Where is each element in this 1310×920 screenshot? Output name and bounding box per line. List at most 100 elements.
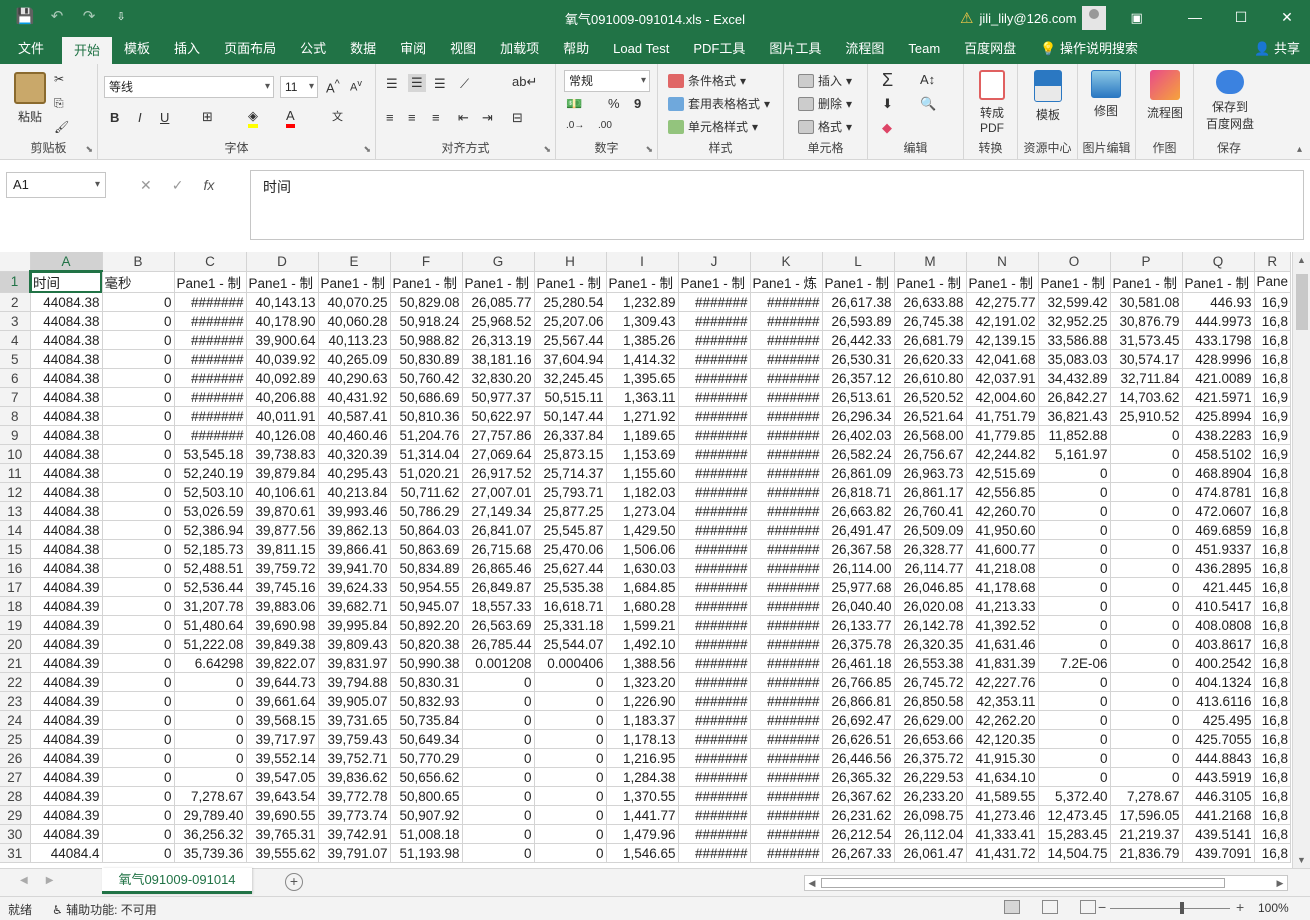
row-header[interactable]: 9 bbox=[0, 425, 31, 445]
collapse-ribbon-icon[interactable]: ▴ bbox=[1297, 144, 1302, 155]
cell[interactable]: 50,954.55 bbox=[390, 577, 463, 597]
cell[interactable]: 50,810.36 bbox=[390, 406, 463, 426]
cell[interactable]: 41,333.41 bbox=[966, 824, 1039, 844]
cell[interactable]: 51,222.08 bbox=[174, 634, 247, 654]
cell[interactable]: 50,864.03 bbox=[390, 520, 463, 540]
cell[interactable]: 41,631.46 bbox=[966, 634, 1039, 654]
cell[interactable]: ####### bbox=[678, 577, 751, 597]
cell[interactable]: 44084.39 bbox=[30, 786, 103, 806]
cell[interactable]: 16,8 bbox=[1254, 482, 1292, 502]
cell[interactable]: 38,181.16 bbox=[462, 349, 535, 369]
cell[interactable]: 421.5971 bbox=[1182, 387, 1255, 407]
cell[interactable]: 16,8 bbox=[1254, 748, 1292, 768]
cell[interactable]: 42,262.20 bbox=[966, 710, 1039, 730]
cell[interactable]: 16,8 bbox=[1254, 615, 1292, 635]
cell[interactable]: 35,739.36 bbox=[174, 843, 247, 863]
cell[interactable]: 468.8904 bbox=[1182, 463, 1255, 483]
cell[interactable]: 0 bbox=[1110, 520, 1183, 540]
cell[interactable]: ####### bbox=[678, 805, 751, 825]
cell[interactable]: Pane bbox=[1254, 271, 1292, 293]
row-header[interactable]: 17 bbox=[0, 577, 31, 597]
cell[interactable]: 26,061.47 bbox=[894, 843, 967, 863]
cell[interactable]: 7.2E-06 bbox=[1038, 653, 1111, 673]
dialog-launcher-icon[interactable]: ⬊ bbox=[363, 144, 371, 155]
cell[interactable]: 0 bbox=[1038, 672, 1111, 692]
cell[interactable]: 25,627.44 bbox=[534, 558, 607, 578]
tab-pdf-tools[interactable]: PDF工具 bbox=[681, 34, 757, 64]
cell[interactable]: ####### bbox=[750, 501, 823, 521]
cell[interactable]: 25,977.68 bbox=[822, 577, 895, 597]
cell[interactable]: 36,256.32 bbox=[174, 824, 247, 844]
cell[interactable]: 39,547.05 bbox=[246, 767, 319, 787]
font-size-combo[interactable]: 11 bbox=[280, 76, 318, 98]
cell[interactable]: 44084.39 bbox=[30, 824, 103, 844]
cell[interactable]: 44084.39 bbox=[30, 615, 103, 635]
cell[interactable]: 44084.38 bbox=[30, 425, 103, 445]
row-header[interactable]: 21 bbox=[0, 653, 31, 673]
bold-button[interactable]: B bbox=[110, 110, 119, 125]
cell[interactable]: 39,759.72 bbox=[246, 558, 319, 578]
comma-style-button[interactable]: 9 bbox=[634, 96, 641, 111]
cell[interactable]: 39,552.14 bbox=[246, 748, 319, 768]
merge-center-icon[interactable]: ⊟ bbox=[512, 110, 523, 126]
align-middle-icon[interactable]: ☰ bbox=[408, 74, 426, 92]
cell[interactable]: 26,040.40 bbox=[822, 596, 895, 616]
cell[interactable]: 42,353.11 bbox=[966, 691, 1039, 711]
cell[interactable]: 16,8 bbox=[1254, 463, 1292, 483]
cell[interactable]: 40,092.89 bbox=[246, 368, 319, 388]
cell[interactable]: 0 bbox=[102, 520, 175, 540]
cell[interactable]: 1,414.32 bbox=[606, 349, 679, 369]
column-header[interactable]: O bbox=[1038, 252, 1111, 272]
cell[interactable]: 27,069.64 bbox=[462, 444, 535, 464]
cell[interactable]: 439.7091 bbox=[1182, 843, 1255, 863]
cell[interactable]: 39,772.78 bbox=[318, 786, 391, 806]
cell[interactable]: 436.2895 bbox=[1182, 558, 1255, 578]
cell[interactable]: 25,793.71 bbox=[534, 482, 607, 502]
row-header[interactable]: 1 bbox=[0, 271, 31, 293]
cell[interactable]: 41,218.08 bbox=[966, 558, 1039, 578]
cell[interactable]: 0 bbox=[1038, 710, 1111, 730]
cell[interactable]: 26,367.58 bbox=[822, 539, 895, 559]
cell[interactable]: 16,8 bbox=[1254, 577, 1292, 597]
cell[interactable]: 39,643.54 bbox=[246, 786, 319, 806]
cell[interactable]: 14,703.62 bbox=[1110, 387, 1183, 407]
cell[interactable]: 1,479.96 bbox=[606, 824, 679, 844]
cell[interactable]: 42,275.77 bbox=[966, 292, 1039, 312]
cell[interactable]: 26,849.87 bbox=[462, 577, 535, 597]
cell[interactable]: 39,738.83 bbox=[246, 444, 319, 464]
cell[interactable]: 1,599.21 bbox=[606, 615, 679, 635]
cell[interactable]: 26,861.17 bbox=[894, 482, 967, 502]
cell[interactable]: 444.8843 bbox=[1182, 748, 1255, 768]
cell[interactable]: 25,535.38 bbox=[534, 577, 607, 597]
cell[interactable]: ####### bbox=[750, 539, 823, 559]
cell[interactable]: 40,126.08 bbox=[246, 425, 319, 445]
zoom-level[interactable]: 100% bbox=[1258, 901, 1289, 915]
cell[interactable]: 1,309.43 bbox=[606, 311, 679, 331]
cell[interactable]: 0 bbox=[1110, 634, 1183, 654]
cell[interactable]: 21,219.37 bbox=[1110, 824, 1183, 844]
column-header[interactable]: I bbox=[606, 252, 679, 272]
cell[interactable]: 0 bbox=[1110, 577, 1183, 597]
cell[interactable]: 26,365.32 bbox=[822, 767, 895, 787]
cell[interactable]: 1,273.04 bbox=[606, 501, 679, 521]
cell[interactable]: 39,555.62 bbox=[246, 843, 319, 863]
cell[interactable]: 403.8617 bbox=[1182, 634, 1255, 654]
cell[interactable]: 39,717.97 bbox=[246, 729, 319, 749]
cell[interactable]: 26,320.35 bbox=[894, 634, 967, 654]
row-header[interactable]: 3 bbox=[0, 311, 31, 331]
cell[interactable]: 44084.39 bbox=[30, 767, 103, 787]
cell[interactable]: 40,060.28 bbox=[318, 311, 391, 331]
row-header[interactable]: 16 bbox=[0, 558, 31, 578]
cell[interactable]: 26,402.03 bbox=[822, 425, 895, 445]
zoom-slider-track[interactable] bbox=[1110, 908, 1230, 909]
cell[interactable]: 0 bbox=[1110, 482, 1183, 502]
cell[interactable]: 39,752.71 bbox=[318, 748, 391, 768]
cell[interactable]: 21,836.79 bbox=[1110, 843, 1183, 863]
cell[interactable]: 26,842.27 bbox=[1038, 387, 1111, 407]
cell[interactable]: 0 bbox=[462, 748, 535, 768]
cell[interactable]: 16,8 bbox=[1254, 368, 1292, 388]
cell[interactable]: 0 bbox=[102, 311, 175, 331]
cell[interactable]: 42,037.91 bbox=[966, 368, 1039, 388]
cell[interactable]: ####### bbox=[750, 843, 823, 863]
cell[interactable]: 0 bbox=[102, 330, 175, 350]
